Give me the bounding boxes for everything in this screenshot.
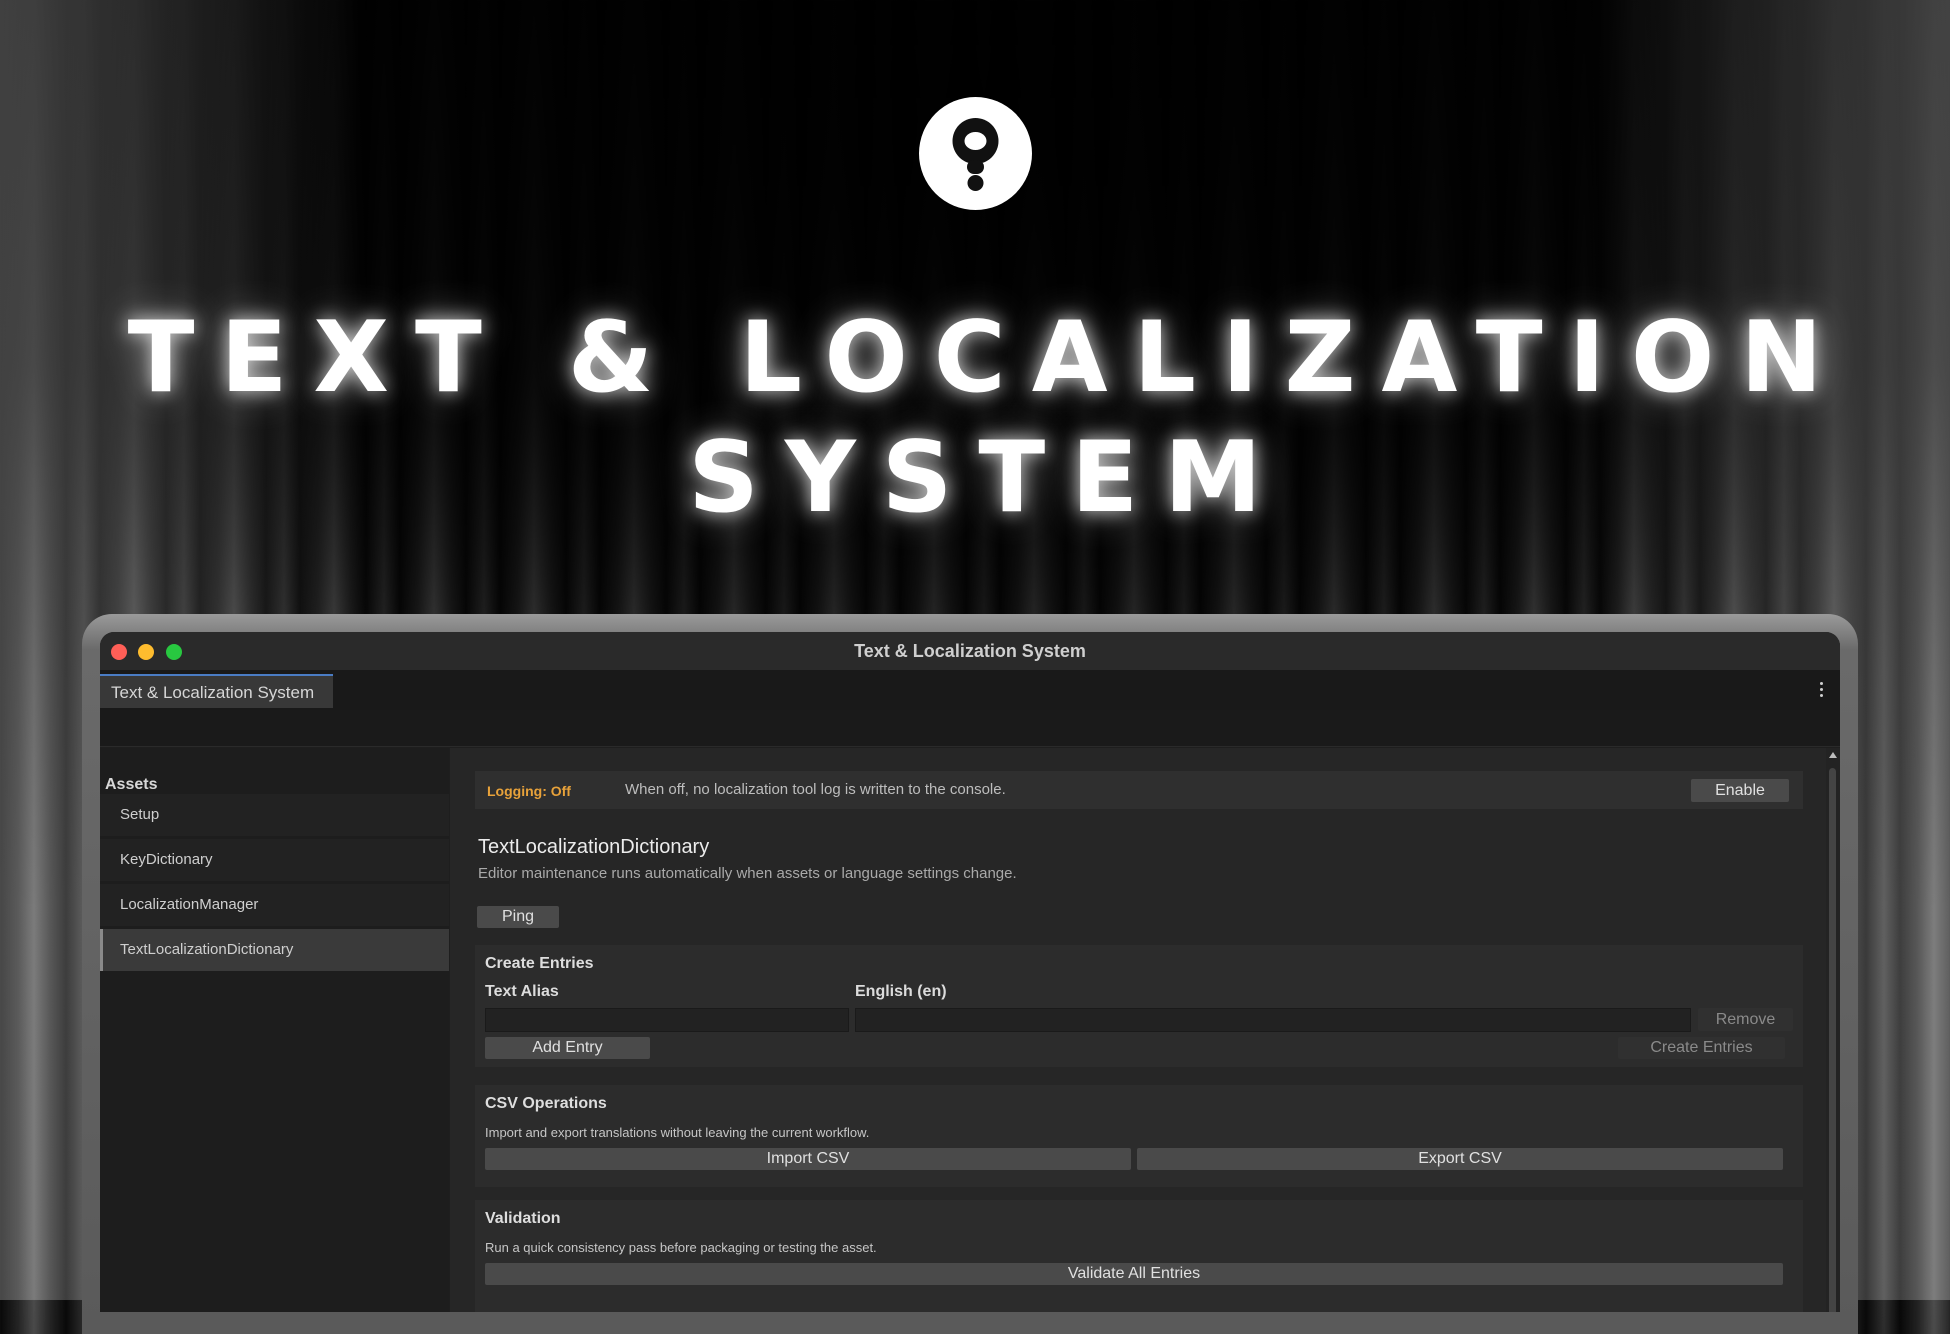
csv-operations-note: Import and export translations without l… [485,1125,870,1140]
english-label: English (en) [855,983,947,1000]
hero-title-line-2: SYSTEM [688,421,1288,535]
create-entries-panel: Create Entries Text Alias English (en) R… [475,945,1803,1067]
assets-sidebar: Assets Setup KeyDictionary LocalizationM… [100,748,449,1312]
add-entry-button[interactable]: Add Entry [485,1037,650,1059]
text-alias-label: Text Alias [485,983,559,1000]
validation-title: Validation [485,1210,561,1227]
scroll-up-arrow-icon[interactable] [1829,752,1837,758]
sidebar-item-keydictionary[interactable]: KeyDictionary [100,839,449,881]
sidebar-item-setup[interactable]: Setup [100,794,449,836]
hero-title-line-1: TEXT & LOCALIZATION [127,301,1849,415]
csv-operations-panel: CSV Operations Import and export transla… [475,1085,1803,1187]
vertical-scrollbar[interactable] [1826,748,1840,1312]
editor-window: Text & Localization System Text & Locali… [100,632,1840,1312]
inspector-content: Logging: Off When off, no localization t… [450,748,1840,1312]
english-input[interactable] [855,1008,1691,1032]
remove-entry-button[interactable]: Remove [1698,1008,1793,1031]
validate-all-entries-button[interactable]: Validate All Entries [485,1263,1783,1285]
hero-title: TEXT & LOCALIZATION SYSTEM [0,298,1950,538]
keyhole-logo-icon [919,97,1032,210]
asset-subtitle: Editor maintenance runs automatically wh… [478,865,1017,882]
tab-text-localization-system[interactable]: Text & Localization System [100,674,333,708]
tab-bar: Text & Localization System [100,670,1840,710]
create-entries-button[interactable]: Create Entries [1618,1037,1785,1059]
sidebar-item-textlocalizationdictionary[interactable]: TextLocalizationDictionary [100,929,449,971]
create-entries-title: Create Entries [485,955,594,972]
import-csv-button[interactable]: Import CSV [485,1148,1131,1170]
kebab-menu-icon[interactable] [1820,682,1824,698]
validation-note: Run a quick consistency pass before pack… [485,1240,877,1255]
window-titlebar: Text & Localization System [100,632,1840,670]
logging-bar: Logging: Off When off, no localization t… [475,771,1803,809]
sidebar-item-localizationmanager[interactable]: LocalizationManager [100,884,449,926]
csv-operations-title: CSV Operations [485,1095,607,1112]
asset-title: TextLocalizationDictionary [478,836,710,858]
scroll-thumb[interactable] [1829,768,1836,1312]
window-title: Text & Localization System [854,641,1086,661]
export-csv-button[interactable]: Export CSV [1137,1148,1783,1170]
enable-logging-button[interactable]: Enable [1691,779,1789,802]
sidebar-header: Assets [105,776,158,793]
text-alias-input[interactable] [485,1008,849,1032]
toolbar [100,710,1840,747]
ping-button[interactable]: Ping [477,906,559,928]
logging-description: When off, no localization tool log is wr… [625,781,1006,798]
validation-panel: Validation Run a quick consistency pass … [475,1200,1803,1312]
logging-status: Logging: Off [487,783,571,799]
